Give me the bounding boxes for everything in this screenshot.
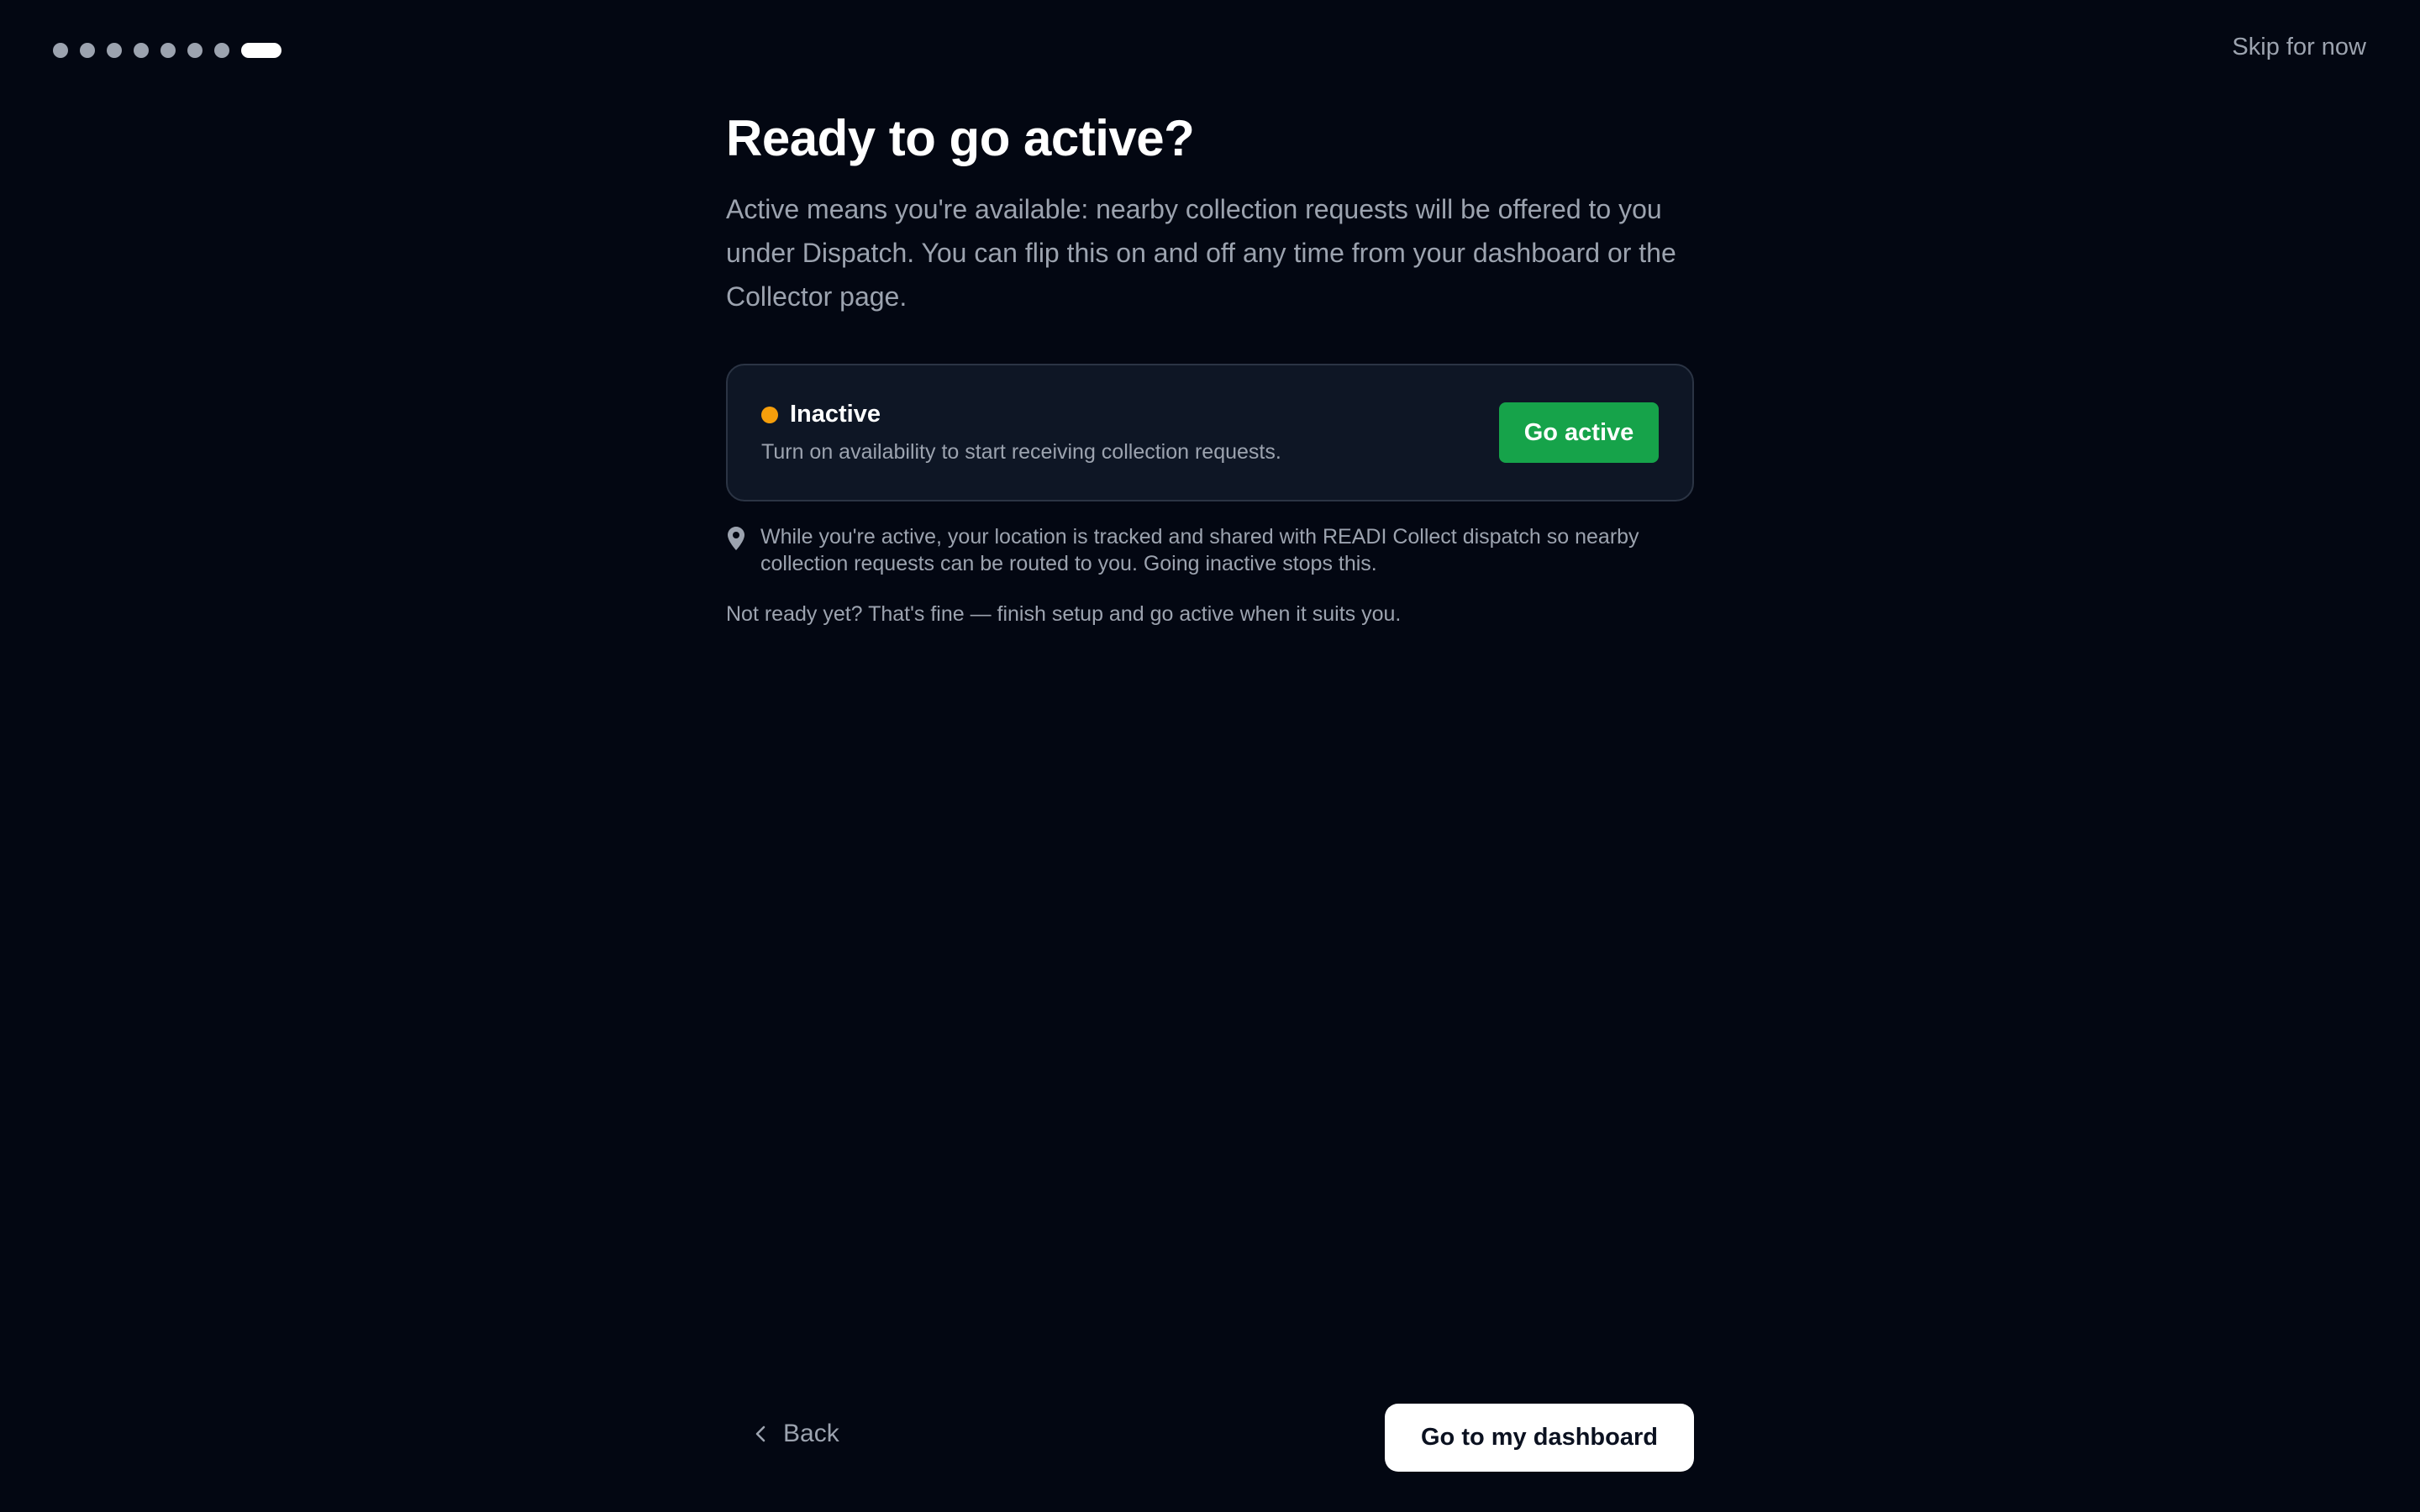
status-info: Inactive Turn on availability to start r… <box>761 401 1281 465</box>
page-title: Ready to go active? <box>726 110 1195 166</box>
progress-step-5 <box>160 43 176 58</box>
location-note-text: While you're active, your location is tr… <box>760 525 1639 575</box>
status-label: Inactive <box>790 401 881 428</box>
progress-step-4 <box>134 43 149 58</box>
progress-step-1 <box>53 43 68 58</box>
location-tracking-note: While you're active, your location is tr… <box>726 523 1694 577</box>
main-content: Ready to go active? Active means you're … <box>726 105 1694 627</box>
not-ready-text: Not ready yet? That's fine — finish setu… <box>726 602 1402 626</box>
map-pin-icon <box>728 527 744 550</box>
progress-step-2 <box>80 43 95 58</box>
chevron-left-icon <box>755 1425 765 1442</box>
go-active-button[interactable]: Go active <box>1499 402 1659 463</box>
status-indicator-dot <box>761 406 778 423</box>
progress-step-7 <box>214 43 229 58</box>
go-to-dashboard-button[interactable]: Go to my dashboard <box>1385 1404 1694 1472</box>
step-progress-indicator <box>53 43 281 58</box>
availability-status-card: Inactive Turn on availability to start r… <box>726 364 1694 501</box>
progress-step-3 <box>107 43 122 58</box>
progress-step-6 <box>187 43 203 58</box>
progress-step-8-current <box>241 43 281 58</box>
status-row: Inactive <box>761 401 1281 428</box>
intro-text: Active means you're available: nearby co… <box>726 194 1676 312</box>
onboarding-page: Skip for now Ready to go active? Active … <box>0 0 2420 1512</box>
status-description: Turn on availability to start receiving … <box>761 440 1281 464</box>
back-button[interactable]: Back <box>753 1420 839 1448</box>
back-button-label: Back <box>783 1420 839 1447</box>
skip-for-now-button[interactable]: Skip for now <box>2232 34 2366 61</box>
